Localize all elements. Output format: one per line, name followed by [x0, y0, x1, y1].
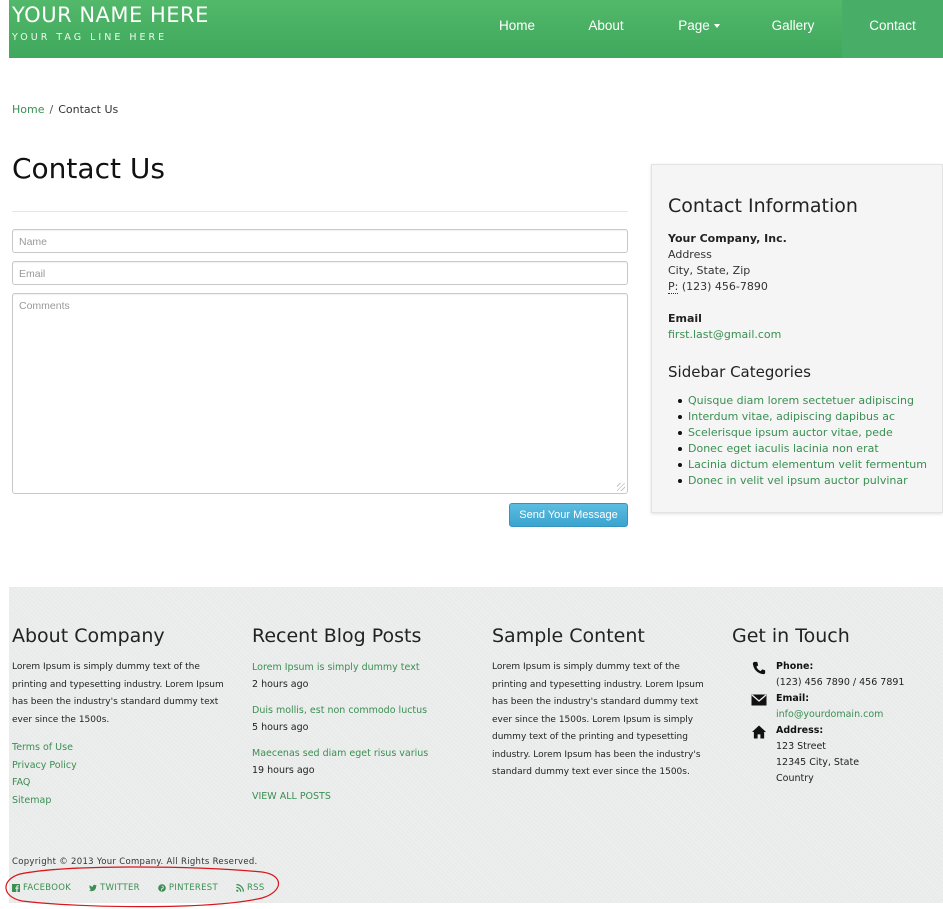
email-label: Email:	[776, 693, 810, 704]
breadcrumb-separator: /	[49, 103, 54, 116]
category-link[interactable]: Lacinia dictum elementum velit fermentum	[678, 457, 927, 473]
categories-title: Sidebar Categories	[668, 363, 811, 381]
sample-text: Lorem Ipsum is simply dummy text of the …	[492, 662, 704, 777]
nav-gallery[interactable]: Gallery	[747, 0, 839, 58]
breadcrumb-current: Contact Us	[58, 103, 119, 116]
rss-icon	[236, 884, 244, 892]
twitter-icon	[89, 884, 97, 892]
rss-link[interactable]: RSS	[236, 883, 265, 893]
comments-textarea[interactable]: Comments	[12, 293, 628, 494]
envelope-icon	[751, 694, 767, 706]
brand-tagline: YOUR TAG LINE HERE	[12, 32, 168, 43]
post-link[interactable]: Lorem Ipsum is simply dummy text	[252, 659, 472, 676]
view-all-posts-link[interactable]: VIEW ALL POSTS	[252, 788, 472, 805]
sitemap-link[interactable]: Sitemap	[12, 792, 232, 810]
contact-info-sidebar: Contact Information Your Company, Inc. A…	[651, 164, 943, 513]
phone-line: P: (123) 456-7890	[668, 280, 768, 294]
sample-title: Sample Content	[492, 625, 645, 647]
sidebar-title: Contact Information	[668, 195, 858, 217]
home-icon	[752, 725, 766, 739]
email-row: Email: info@yourdomain.com	[732, 691, 943, 723]
top-navbar: YOUR NAME HERE YOUR TAG LINE HERE Home A…	[9, 0, 943, 58]
email-link[interactable]: first.last@gmail.com	[668, 328, 781, 341]
nav-gallery-label: Gallery	[771, 18, 815, 33]
breadcrumb-home-link[interactable]: Home	[12, 103, 44, 116]
footer-touch: Get in Touch Phone: (123) 456 7890 / 456…	[732, 625, 943, 787]
nav-contact-label: Contact	[869, 18, 916, 33]
phone-value: (123) 456 7890 / 456 7891	[776, 677, 905, 688]
copyright: Copyright © 2013 Your Company. All Right…	[12, 857, 258, 867]
email-label: Email	[668, 312, 702, 325]
comments-placeholder: Comments	[19, 300, 70, 312]
footer-links: Terms of Use Privacy Policy FAQ Sitemap	[12, 739, 232, 809]
footer-about: About Company Lorem Ipsum is simply dumm…	[12, 625, 232, 809]
twitter-label: TWITTER	[100, 883, 140, 893]
rss-label: RSS	[246, 883, 265, 893]
nav-home[interactable]: Home	[473, 0, 561, 58]
address-label: Address:	[776, 725, 824, 736]
name-placeholder: Name	[19, 236, 48, 248]
nav-page-label: Page	[678, 18, 710, 33]
footer-blog: Recent Blog Posts Lorem Ipsum is simply …	[252, 625, 472, 805]
blog-title: Recent Blog Posts	[252, 625, 422, 647]
categories-list: Quisque diam lorem sectetuer adipiscing …	[678, 393, 927, 489]
phone-icon	[752, 661, 766, 675]
nav-contact[interactable]: Contact	[842, 0, 943, 58]
send-message-button[interactable]: Send Your Message	[509, 503, 628, 527]
nav-about[interactable]: About	[563, 0, 649, 58]
social-links: FACEBOOK TWITTER PINTEREST RSS	[12, 883, 265, 893]
email-placeholder: Email	[19, 268, 46, 280]
post-time: 19 hours ago	[252, 765, 315, 776]
footer: About Company Lorem Ipsum is simply dumm…	[9, 587, 943, 903]
post-time: 2 hours ago	[252, 679, 309, 690]
post-time: 5 hours ago	[252, 722, 309, 733]
brand-name[interactable]: YOUR NAME HERE	[12, 3, 209, 27]
about-text: Lorem Ipsum is simply dummy text of the …	[12, 662, 224, 725]
about-title: About Company	[12, 625, 165, 647]
touch-title: Get in Touch	[732, 625, 850, 647]
page-title: Contact Us	[12, 152, 165, 185]
company-name: Your Company, Inc.	[668, 232, 787, 245]
post-link[interactable]: Duis mollis, est non commodo luctus	[252, 702, 472, 719]
name-input[interactable]: Name	[12, 229, 628, 253]
nav-page-dropdown[interactable]: Page	[654, 0, 744, 58]
terms-link[interactable]: Terms of Use	[12, 739, 232, 757]
caret-down-icon	[713, 24, 720, 29]
address-line: Country	[776, 773, 814, 784]
address-line: 12345 City, State	[776, 757, 860, 768]
brand[interactable]: YOUR NAME HERE YOUR TAG LINE HERE	[12, 3, 209, 43]
address-line: 123 Street	[776, 741, 827, 752]
facebook-label: FACEBOOK	[23, 883, 72, 893]
footer-sample: Sample Content Lorem Ipsum is simply dum…	[492, 625, 712, 782]
phone-row: Phone: (123) 456 7890 / 456 7891	[732, 659, 943, 691]
breadcrumb: Home / Contact Us	[12, 103, 118, 116]
email-input[interactable]: Email	[12, 261, 628, 285]
privacy-link[interactable]: Privacy Policy	[12, 757, 232, 775]
nav-home-label: Home	[498, 18, 535, 33]
pinterest-icon	[158, 884, 166, 892]
facebook-icon	[12, 884, 20, 892]
email-link[interactable]: info@yourdomain.com	[776, 707, 943, 723]
phone-abbr: P:	[668, 280, 679, 294]
post-link[interactable]: Maecenas sed diam eget risus varius	[252, 745, 472, 762]
faq-link[interactable]: FAQ	[12, 774, 232, 792]
category-link[interactable]: Donec in velit vel ipsum auctor pulvinar	[678, 473, 927, 489]
phone-number: (123) 456-7890	[681, 280, 768, 293]
divider	[12, 211, 628, 212]
address-row: Address: 123 Street 12345 City, State Co…	[732, 723, 943, 787]
pinterest-link[interactable]: PINTEREST	[158, 883, 218, 893]
category-link[interactable]: Scelerisque ipsum auctor vitae, pede	[678, 425, 927, 441]
address-line: Address	[668, 248, 712, 261]
resize-handle-icon[interactable]	[617, 483, 625, 491]
city-line: City, State, Zip	[668, 264, 751, 277]
category-link[interactable]: Donec eget iaculis lacinia non erat	[678, 441, 927, 457]
category-link[interactable]: Quisque diam lorem sectetuer adipiscing	[678, 393, 927, 409]
category-link[interactable]: Interdum vitae, adipiscing dapibus ac	[678, 409, 927, 425]
pinterest-label: PINTEREST	[168, 883, 218, 893]
nav-about-label: About	[588, 18, 624, 33]
facebook-link[interactable]: FACEBOOK	[12, 883, 71, 893]
twitter-link[interactable]: TWITTER	[89, 883, 140, 893]
phone-label: Phone:	[776, 661, 814, 672]
